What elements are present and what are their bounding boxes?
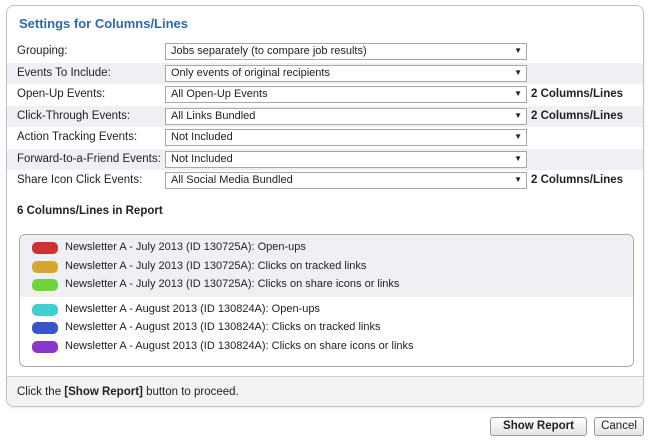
legend-item: Newsletter A - July 2013 (ID 130725A): C… [20, 257, 633, 276]
footer-text-suffix: button to proceed. [142, 386, 239, 398]
setting-label: Open-Up Events: [17, 88, 106, 100]
setting-label: Share Icon Click Events: [17, 174, 143, 186]
setting-label: Click-Through Events: [17, 109, 131, 122]
color-swatch [32, 303, 58, 316]
footer-text-button-ref: [Show Report] [64, 386, 143, 398]
legend-item: Newsletter A - August 2013 (ID 130824A):… [20, 318, 633, 337]
legend-label: Newsletter A - July 2013 (ID 130725A): C… [65, 259, 367, 272]
setting-label: Events To Include: [17, 66, 111, 79]
settings-list: Grouping: Jobs separately (to compare jo… [7, 41, 643, 192]
legend-label: Newsletter A - July 2013 (ID 130725A): C… [65, 278, 400, 290]
chevron-down-icon: ▼ [514, 132, 522, 141]
setting-row-open-up-events: Open-Up Events: All Open-Up Events ▼ 2 C… [7, 84, 643, 106]
setting-label: Forward-to-a-Friend Events: [17, 152, 161, 165]
share-icon-click-events-select[interactable]: All Social Media Bundled ▼ [165, 172, 527, 189]
action-tracking-events-select[interactable]: Not Included ▼ [165, 129, 527, 146]
click-through-events-select[interactable]: All Links Bundled ▼ [165, 107, 527, 125]
color-swatch [32, 340, 58, 353]
setting-row-grouping: Grouping: Jobs separately (to compare jo… [7, 41, 643, 63]
color-swatch [32, 260, 58, 273]
color-swatch [32, 279, 58, 291]
events-to-include-select[interactable]: Only events of original recipients ▼ [165, 64, 527, 82]
setting-label: Action Tracking Events: [17, 131, 138, 143]
grouping-select[interactable]: Jobs separately (to compare job results)… [165, 43, 527, 60]
setting-row-click-through-events: Click-Through Events: All Links Bundled … [7, 105, 643, 127]
legend-label: Newsletter A - August 2013 (ID 130824A):… [65, 302, 320, 315]
chevron-down-icon: ▼ [514, 153, 522, 163]
setting-note: 2 Columns/Lines [531, 109, 624, 122]
footer-text-prefix: Click the [17, 386, 65, 398]
columns-legend: Newsletter A - July 2013 (ID 130725A): O… [19, 234, 634, 367]
setting-row-events-to-include: Events To Include: Only events of origin… [7, 62, 643, 84]
color-swatch [32, 242, 58, 254]
setting-row-action-tracking-events: Action Tracking Events: Not Included ▼ [7, 127, 643, 149]
legend-item: Newsletter A - August 2013 (ID 130824A):… [20, 300, 633, 319]
legend-label: Newsletter A - July 2013 (ID 130725A): O… [65, 241, 306, 253]
chevron-down-icon: ▼ [514, 175, 522, 184]
chevron-down-icon: ▼ [514, 110, 522, 120]
chevron-down-icon: ▼ [514, 46, 522, 55]
legend-item: Newsletter A - August 2013 (ID 130824A):… [20, 337, 633, 356]
forward-to-a-friend-events-select[interactable]: Not Included ▼ [165, 150, 527, 168]
legend-item: Newsletter A - July 2013 (ID 130725A): O… [20, 238, 633, 257]
settings-panel: Settings for Columns/Lines Grouping: Job… [6, 5, 644, 407]
columns-count-title: 6 Columns/Lines in Report [17, 205, 163, 217]
show-report-button[interactable]: Show Report [490, 417, 587, 436]
setting-label: Grouping: [17, 45, 68, 57]
setting-note: 2 Columns/Lines [531, 88, 624, 100]
legend-label: Newsletter A - August 2013 (ID 130824A):… [65, 321, 381, 333]
chevron-down-icon: ▼ [514, 89, 522, 98]
footer-hint: Click the [Show Report] button to procee… [7, 376, 643, 406]
panel-title: Settings for Columns/Lines [19, 16, 189, 31]
legend-label: Newsletter A - August 2013 (ID 130824A):… [65, 339, 414, 352]
select-value: Not Included [171, 152, 233, 165]
open-up-events-select[interactable]: All Open-Up Events ▼ [165, 86, 527, 103]
legend-group-july: Newsletter A - July 2013 (ID 130725A): O… [20, 235, 633, 297]
setting-note: 2 Columns/Lines [531, 174, 624, 186]
color-swatch [32, 322, 58, 334]
select-value: All Social Media Bundled [171, 174, 293, 186]
select-value: Not Included [171, 131, 233, 143]
setting-row-forward-to-a-friend-events: Forward-to-a-Friend Events: Not Included… [7, 148, 643, 170]
select-value: All Open-Up Events [171, 88, 268, 100]
legend-group-august: Newsletter A - August 2013 (ID 130824A):… [20, 297, 633, 359]
select-value: All Links Bundled [171, 109, 256, 122]
select-value: Only events of original recipients [171, 66, 330, 79]
setting-row-share-icon-click-events: Share Icon Click Events: All Social Medi… [7, 170, 643, 192]
chevron-down-icon: ▼ [514, 67, 522, 77]
select-value: Jobs separately (to compare job results) [171, 45, 367, 57]
cancel-button[interactable]: Cancel [594, 417, 644, 436]
legend-item: Newsletter A - July 2013 (ID 130725A): C… [20, 275, 633, 294]
